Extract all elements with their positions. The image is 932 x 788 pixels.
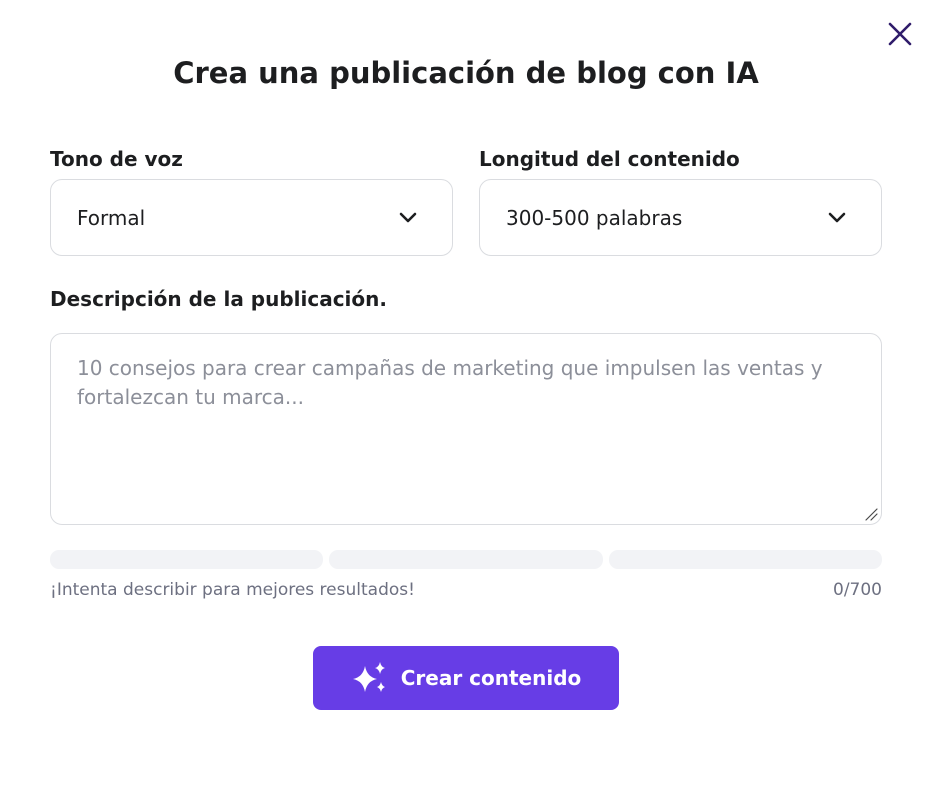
length-label: Longitud del contenido xyxy=(479,147,740,171)
modal-title: Crea una publicación de blog con IA xyxy=(173,56,759,90)
chevron-down-icon xyxy=(399,212,417,223)
tone-select-value: Formal xyxy=(77,205,146,230)
length-select-value: 300-500 palabras xyxy=(506,205,683,230)
progress-segment-1 xyxy=(50,550,323,569)
description-textarea[interactable]: 10 consejos para crear campañas de marke… xyxy=(50,333,882,525)
close-icon xyxy=(888,22,912,46)
create-content-button[interactable]: Crear contenido xyxy=(313,646,619,710)
tone-select[interactable]: Formal xyxy=(50,179,453,256)
tone-label: Tono de voz xyxy=(50,147,183,171)
description-placeholder: 10 consejos para crear campañas de marke… xyxy=(77,356,823,409)
create-content-label: Crear contenido xyxy=(400,666,582,690)
hint-text: ¡Intenta describir para mejores resultad… xyxy=(50,580,415,600)
length-select[interactable]: 300-500 palabras xyxy=(479,179,882,256)
chevron-down-icon xyxy=(828,212,846,223)
progress-segment-3 xyxy=(609,550,882,569)
close-button[interactable] xyxy=(884,18,916,50)
character-counter: 0/700 xyxy=(833,580,882,600)
progress-segment-2 xyxy=(329,550,603,569)
sparkles-icon xyxy=(352,662,385,692)
description-label: Descripción de la publicación. xyxy=(50,287,387,311)
resize-handle-icon[interactable] xyxy=(864,507,878,521)
